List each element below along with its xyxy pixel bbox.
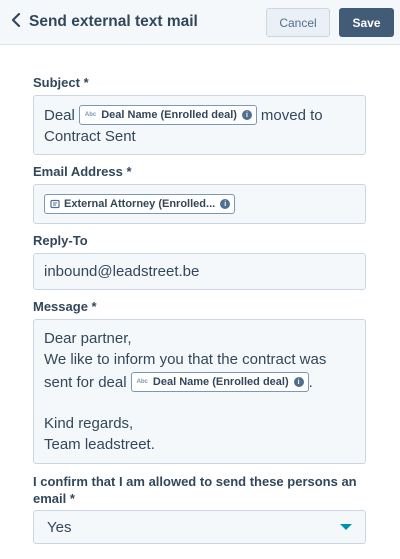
text-property-icon: Abc: [84, 112, 97, 118]
save-button[interactable]: Save: [339, 8, 394, 37]
message-line-3-after: .: [308, 373, 313, 391]
back-button[interactable]: [6, 10, 26, 34]
confirm-label: I confirm that I am allowed to send thes…: [33, 473, 373, 507]
message-line-1: Dear partner,: [44, 330, 132, 347]
email-address-label: Email Address *: [33, 164, 132, 179]
page-title: Send external text mail: [29, 13, 198, 30]
email-address-field[interactable]: External Attorney (Enrolled... i: [33, 184, 366, 224]
message-label: Message *: [33, 299, 97, 314]
panel-header: Send external text mail Cancel Save: [0, 0, 400, 45]
external-attorney-token[interactable]: External Attorney (Enrolled... i: [44, 194, 236, 214]
message-line-2: We like to inform you that the contract …: [44, 351, 327, 368]
deal-name-token[interactable]: Abc Deal Name (Enrolled deal) i: [78, 105, 257, 125]
reply-to-label: Reply-To: [33, 233, 88, 248]
info-icon[interactable]: i: [293, 377, 304, 387]
message-line-6: Team leadstreet.: [44, 436, 155, 453]
reply-to-value: inbound@leadstreet.be: [44, 263, 200, 280]
message-field[interactable]: Dear partner, We like to inform you that…: [33, 319, 366, 464]
confirm-selected-value: Yes: [47, 519, 72, 536]
subject-label: Subject *: [33, 75, 89, 90]
deal-name-token-label: Deal Name (Enrolled deal): [101, 109, 237, 121]
subject-field[interactable]: Deal Abc Deal Name (Enrolled deal) i mov…: [33, 95, 366, 155]
chevron-left-icon: [10, 12, 22, 32]
external-attorney-token-label: External Attorney (Enrolled...: [64, 198, 216, 210]
subject-text-after: moved to: [260, 106, 323, 124]
confirm-label-line-2: email *: [33, 491, 75, 506]
deal-name-token-label: Deal Name (Enrolled deal): [152, 376, 289, 388]
info-icon[interactable]: i: [241, 110, 252, 120]
reply-to-input[interactable]: inbound@leadstreet.be: [33, 253, 366, 290]
subject-line-2: Contract Sent: [44, 128, 136, 145]
subject-text-before: Deal: [44, 106, 75, 124]
deal-name-token[interactable]: Abc Deal Name (Enrolled deal) i: [130, 372, 309, 392]
message-line-5: Kind regards,: [44, 415, 134, 432]
text-property-icon: Abc: [136, 379, 148, 385]
confirm-label-line-1: I confirm that I am allowed to send thes…: [33, 474, 357, 489]
caret-down-icon: [340, 524, 352, 530]
cancel-button[interactable]: Cancel: [266, 8, 330, 37]
info-icon[interactable]: i: [220, 199, 231, 209]
contact-property-icon: [50, 199, 60, 209]
confirm-select[interactable]: Yes: [33, 510, 366, 544]
message-line-3-before: sent for deal: [44, 373, 127, 391]
